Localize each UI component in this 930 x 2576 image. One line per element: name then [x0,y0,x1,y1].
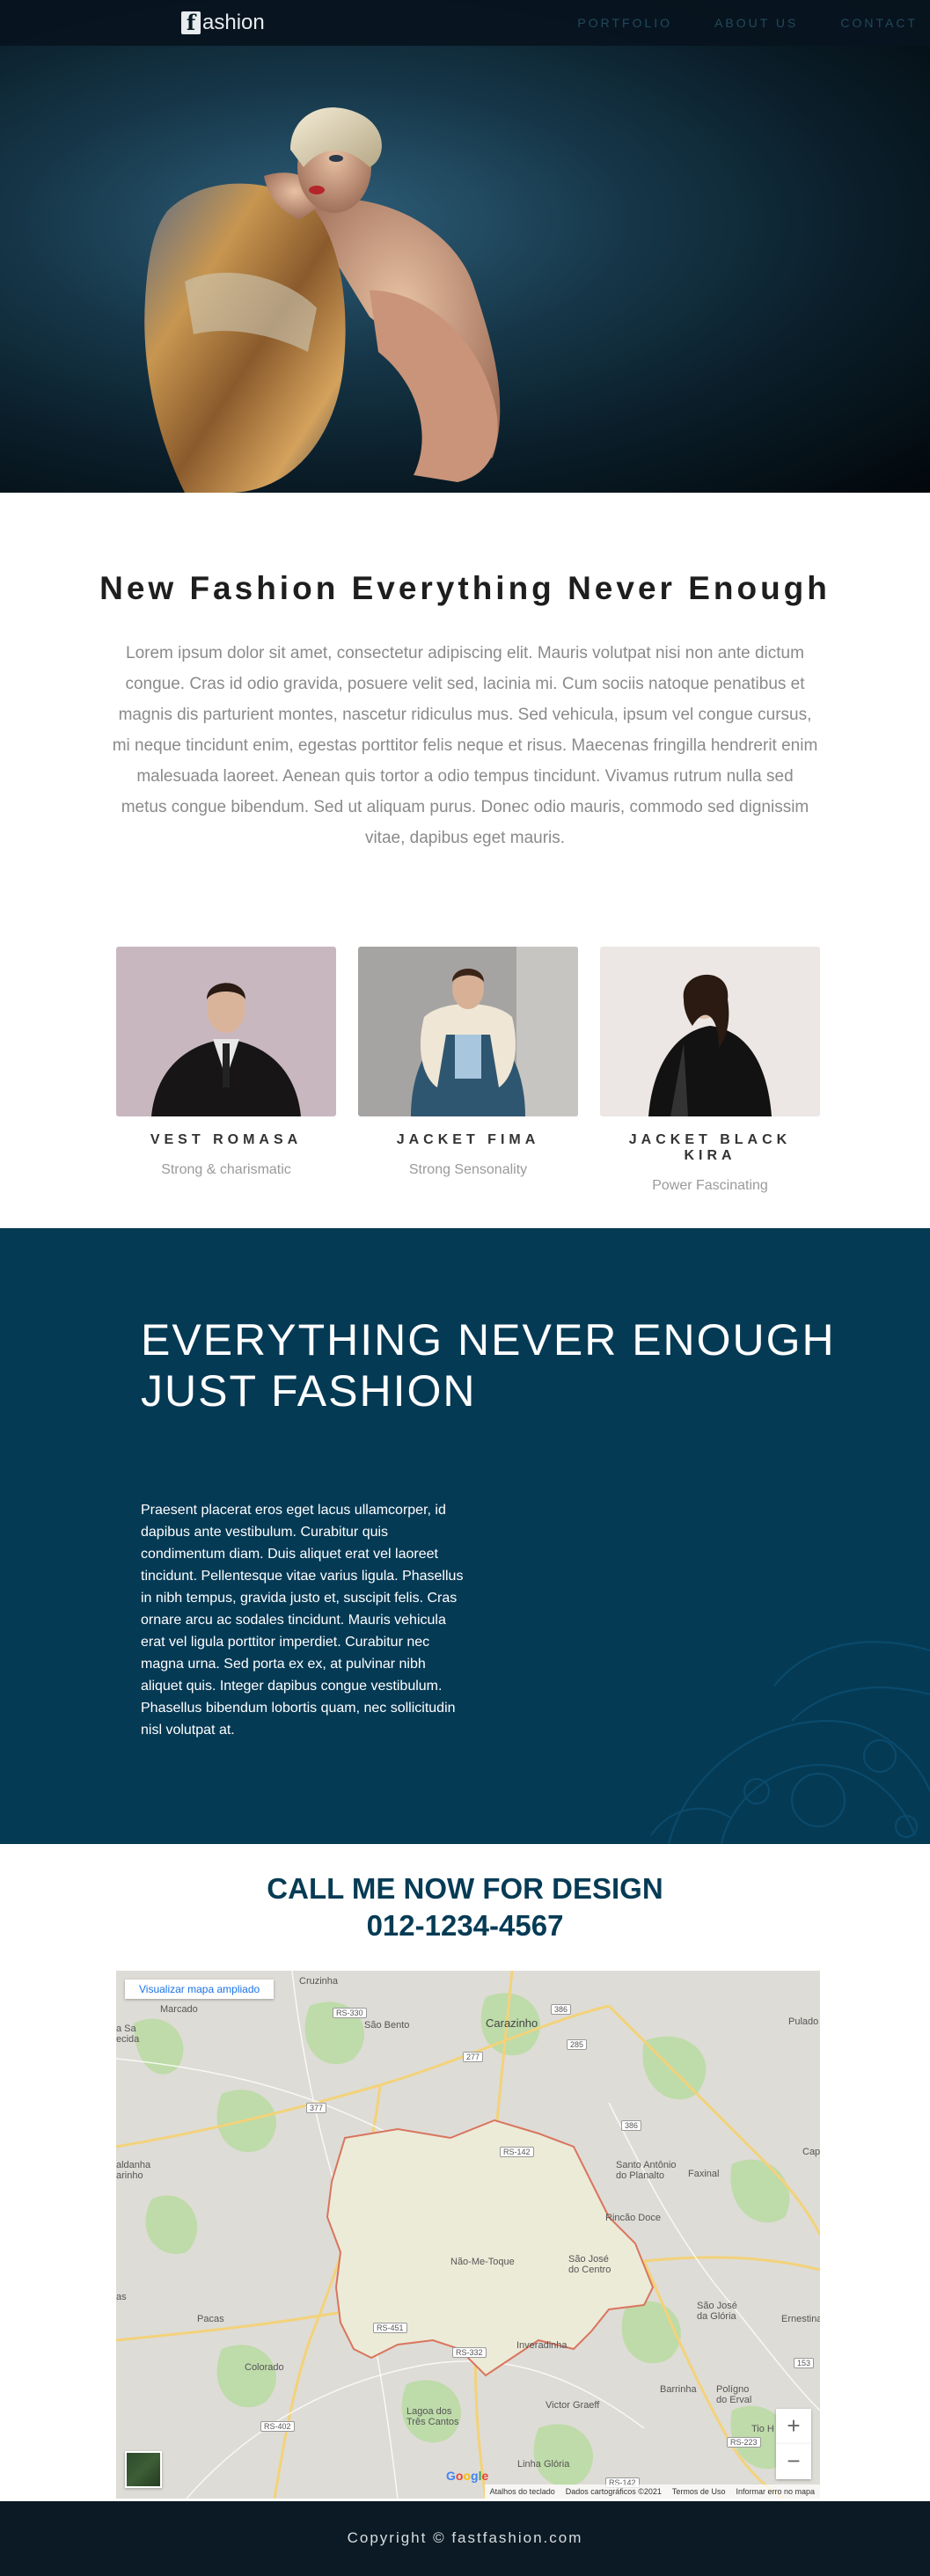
product-tagline: Strong Sensonality [408,1162,528,1177]
map-road-shield: RS-142 [500,2147,534,2157]
feature-title-line2: JUST FASHION [141,1366,477,1416]
map-place-label: Tio H [751,2424,774,2434]
nav-link-contact[interactable]: CONTACT [840,16,918,30]
map-place-label: as [116,2292,127,2302]
map-place-label: Barrinha [660,2384,697,2395]
product-photo[interactable] [358,947,578,1116]
feature-text: Praesent placerat eros eget lacus ullamc… [141,1503,464,1738]
map-place-label: Victor Graeff [546,2400,600,2411]
phone-number[interactable]: 012-1234-4567 [0,1909,930,1943]
map-place-label: Pulado [788,2016,819,2027]
product-photo[interactable] [600,947,820,1116]
top-navbar: f ashion PORTFOLIO ABOUT US CONTACT [0,0,930,46]
map-place-label: Cruzinha [299,1976,339,1987]
map-place-label: Pacas [197,2314,224,2324]
report-error-link[interactable]: Informar erro no mapa [736,2487,815,2496]
view-larger-map-link[interactable]: Visualizar mapa ampliado [125,1980,275,1999]
map-place-label: Não-Me-Toque [450,2257,515,2267]
logo-text: ashion [202,11,265,34]
feature-title: EVERYTHING NEVER ENOUGH JUST FASHION [141,1314,836,1416]
map-place-label: a Sa ecida [116,2023,140,2045]
product-card[interactable]: JACKET FIMA Strong Sensonality [358,947,578,1178]
map-road-shield: RS-451 [373,2323,407,2333]
map-place-label: São José do Centro [568,2254,611,2275]
map-place-label: Cap [802,2147,820,2157]
product-name: JACKET BLACK KIRA [628,1132,792,1163]
map-place-label: Inveradinha [516,2340,568,2351]
map-attribution: Atalhos do teclado Dados cartográficos ©… [484,2485,820,2499]
map-place-label: Marcado [160,2004,198,2015]
feature-section: EVERYTHING NEVER ENOUGH JUST FASHION Pra… [0,1228,930,1844]
map-place-label: Faxinal [688,2169,720,2179]
map-road-shield: 386 [551,2004,572,2015]
map-road-shield: RS-223 [727,2437,761,2448]
map-place-label: Carazinho [486,2016,538,2030]
footer: Copyright © fastfashion.com [0,2501,930,2576]
map-road-shield: RS-332 [452,2347,487,2358]
map-place-label: São Bento [364,2020,410,2031]
map-road-shield: 377 [306,2103,327,2113]
map-place-label: Lagoa dos Três Cantos [406,2406,459,2427]
map-place-label: aldanha arinho [116,2160,151,2181]
intro-title: New Fashion Everything Never Enough [99,570,831,606]
zoom-in-button[interactable]: + [776,2409,811,2444]
map-place-label: Rincão Doce [605,2213,661,2223]
map-road-shield: RS-402 [260,2421,295,2432]
map-place-label: Linha Glória [517,2459,570,2470]
product-name: JACKET FIMA [396,1132,540,1147]
google-logo: Google [446,2469,489,2483]
embedded-map[interactable]: Visualizar mapa ampliado Cruzinha Marcad… [116,1971,820,2499]
map-road-shield: 153 [794,2358,815,2368]
map-place-label: São José da Glória [697,2301,737,2322]
map-tiles [116,1971,820,2499]
map-road-shield: RS-330 [333,2008,367,2018]
product-name: VEST ROMASA [150,1132,303,1147]
product-photo[interactable] [116,947,336,1116]
map-place-label: Santo Antônio do Planalto [616,2160,677,2181]
feature-title-line1: EVERYTHING NEVER ENOUGH [141,1315,836,1365]
product-card[interactable]: JACKET BLACK KIRA Power Fascinating [600,947,820,1194]
nav-link-about-us[interactable]: ABOUT US [714,16,798,30]
product-tagline: Strong & charismatic [161,1162,291,1177]
nav-links: PORTFOLIO ABOUT US CONTACT [577,0,918,46]
hero-banner [0,0,930,493]
call-heading: CALL ME NOW FOR DESIGN [267,1872,663,1905]
map-road-shield: 386 [621,2120,642,2131]
nav-link-portfolio[interactable]: PORTFOLIO [577,16,672,30]
logo-letter: f [181,11,201,34]
copyright-text: Copyright © fastfashion.com [347,2529,583,2546]
zoom-out-button[interactable]: − [776,2444,811,2479]
product-card[interactable]: VEST ROMASA Strong & charismatic [116,947,336,1178]
hero-model-image [144,107,501,493]
satellite-toggle[interactable] [125,2451,162,2488]
page: f ashion PORTFOLIO ABOUT US CONTACT New … [0,0,930,2576]
map-road-shield: 285 [567,2039,588,2050]
map-place-label: Colorado [245,2362,284,2373]
map-data-credit: Dados cartográficos ©2021 [565,2487,662,2496]
map-road-shield: 277 [463,2052,484,2062]
map-place-label: Ernestina [781,2314,820,2324]
intro-text: Lorem ipsum dolor sit amet, consectetur … [112,644,818,847]
product-tagline: Power Fascinating [652,1178,768,1193]
brand-logo[interactable]: f ashion [181,9,265,37]
terms-link[interactable]: Termos de Uso [672,2487,726,2496]
map-place-label: Polígno do Erval [716,2384,752,2405]
keyboard-shortcuts-link[interactable]: Atalhos do teclado [490,2487,555,2496]
